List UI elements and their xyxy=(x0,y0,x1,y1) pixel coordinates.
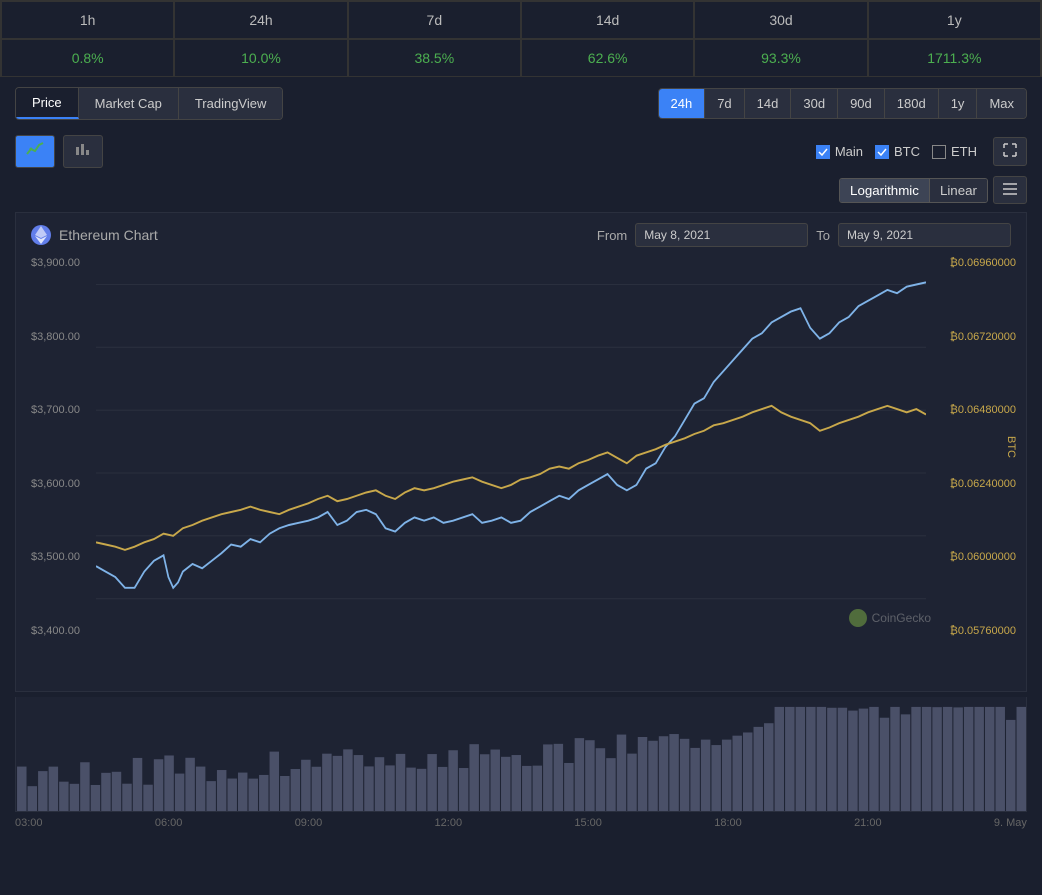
legend-main[interactable]: Main xyxy=(816,144,863,159)
coingecko-logo xyxy=(849,609,867,627)
time-tab-group: 24h 7d 14d 30d 90d 180d 1y Max xyxy=(658,88,1028,119)
stat-header-1h: 1h xyxy=(1,1,174,39)
x-label-0300: 03:00 xyxy=(15,817,43,829)
tab-trading-view[interactable]: TradingView xyxy=(179,88,283,119)
time-btn-max[interactable]: Max xyxy=(977,89,1026,118)
controls-row: Price Market Cap TradingView 24h 7d 14d … xyxy=(0,77,1042,130)
menu-icon xyxy=(1003,183,1017,195)
chart-title-text: Ethereum Chart xyxy=(59,227,158,243)
y-label-3800: $3,800.00 xyxy=(31,331,101,343)
chart-svg-wrapper xyxy=(96,252,926,642)
time-btn-24h[interactable]: 24h xyxy=(659,89,706,118)
scale-logarithmic-button[interactable]: Logarithmic xyxy=(840,179,930,202)
coingecko-watermark: CoinGecko xyxy=(849,609,931,627)
stat-header-24h: 24h xyxy=(174,1,347,39)
legend-eth[interactable]: ETH xyxy=(932,144,977,159)
checkmark-icon xyxy=(877,148,887,156)
y-label-3900: $3,900.00 xyxy=(31,257,101,269)
y-axis-right: ₿0.06960000 ₿0.06720000 ₿0.06480000 ₿0.0… xyxy=(926,252,1016,642)
fullscreen-button[interactable] xyxy=(993,137,1027,166)
y-axis-left: $3,900.00 $3,800.00 $3,700.00 $3,600.00 … xyxy=(31,252,101,642)
btc-label-high: ₿0.06960000 xyxy=(926,257,1016,269)
chart-with-axes: $3,900.00 $3,800.00 $3,700.00 $3,600.00 … xyxy=(16,252,1026,642)
stat-header-1y: 1y xyxy=(868,1,1041,39)
from-label: From xyxy=(597,228,627,243)
ethereum-logo xyxy=(35,226,47,244)
y-label-3500: $3,500.00 xyxy=(31,551,101,563)
eth-icon xyxy=(31,225,51,245)
scale-row: Logarithmic Linear xyxy=(0,173,1042,207)
chart-controls: Main BTC ETH xyxy=(0,130,1042,173)
line-chart-icon xyxy=(26,141,44,157)
from-date-input[interactable] xyxy=(635,223,808,247)
stat-value-14d: 62.6% xyxy=(521,39,694,77)
to-date-input[interactable] xyxy=(838,223,1011,247)
bar-chart-button[interactable] xyxy=(63,135,103,168)
legend-main-label: Main xyxy=(835,144,863,159)
stat-header-30d: 30d xyxy=(694,1,867,39)
volume-chart-svg xyxy=(16,697,1026,811)
time-btn-1y[interactable]: 1y xyxy=(939,89,978,118)
volume-bars-group xyxy=(17,707,1026,811)
main-tab-group: Price Market Cap TradingView xyxy=(15,87,283,120)
volume-area xyxy=(15,697,1027,812)
stat-value-7d: 38.5% xyxy=(348,39,521,77)
x-axis-labels: 03:00 06:00 09:00 12:00 15:00 18:00 21:0… xyxy=(0,812,1042,834)
btc-label-3: ₿0.06480000 xyxy=(926,404,1016,416)
y-label-3700: $3,700.00 xyxy=(31,404,101,416)
stat-header-7d: 7d xyxy=(348,1,521,39)
scale-toggle-group: Logarithmic Linear xyxy=(839,178,988,203)
time-btn-180d[interactable]: 180d xyxy=(885,89,939,118)
legend-btc-label: BTC xyxy=(894,144,920,159)
tab-market-cap[interactable]: Market Cap xyxy=(79,88,179,119)
chart-area: Ethereum Chart From To $3,900.00 $3,800.… xyxy=(15,212,1027,692)
checkbox-btc[interactable] xyxy=(875,145,889,159)
stat-value-24h: 10.0% xyxy=(174,39,347,77)
x-label-0600: 06:00 xyxy=(155,817,183,829)
btc-axis-label: BTC xyxy=(1005,436,1017,458)
btc-label-4: ₿0.06240000 xyxy=(926,478,1016,490)
x-label-1500: 15:00 xyxy=(574,817,602,829)
stat-value-1h: 0.8% xyxy=(1,39,174,77)
time-btn-7d[interactable]: 7d xyxy=(705,89,744,118)
checkbox-eth[interactable] xyxy=(932,145,946,159)
scale-linear-button[interactable]: Linear xyxy=(930,179,987,202)
chart-header: Ethereum Chart From To xyxy=(16,213,1026,252)
tab-price[interactable]: Price xyxy=(16,88,79,119)
stats-table: 1h 24h 7d 14d 30d 1y 0.8% 10.0% 38.5% 62… xyxy=(0,0,1042,77)
to-label: To xyxy=(816,228,830,243)
stat-header-14d: 14d xyxy=(521,1,694,39)
y-label-3600: $3,600.00 xyxy=(31,478,101,490)
time-btn-14d[interactable]: 14d xyxy=(745,89,792,118)
legend-eth-label: ETH xyxy=(951,144,977,159)
checkbox-main[interactable] xyxy=(816,145,830,159)
time-btn-30d[interactable]: 30d xyxy=(791,89,838,118)
btc-label-5: ₿0.06000000 xyxy=(926,551,1016,563)
stat-value-1y: 1711.3% xyxy=(868,39,1041,77)
x-label-2100: 21:00 xyxy=(854,817,882,829)
x-label-1800: 18:00 xyxy=(714,817,742,829)
y-label-3400: $3,400.00 xyxy=(31,625,101,637)
x-label-1200: 12:00 xyxy=(435,817,463,829)
checkmark-icon xyxy=(818,148,828,156)
btc-label-low: ₿0.05760000 xyxy=(926,625,1016,637)
menu-button[interactable] xyxy=(993,176,1027,204)
chart-title: Ethereum Chart xyxy=(31,225,158,245)
legend-group: Main BTC ETH xyxy=(816,144,977,159)
btc-label-2: ₿0.06720000 xyxy=(926,331,1016,343)
date-range: From To xyxy=(597,223,1011,247)
legend-btc[interactable]: BTC xyxy=(875,144,920,159)
price-chart-svg xyxy=(96,252,926,642)
bar-chart-icon xyxy=(74,141,92,157)
x-label-0900: 09:00 xyxy=(295,817,323,829)
stat-value-30d: 93.3% xyxy=(694,39,867,77)
coingecko-text: CoinGecko xyxy=(872,611,931,625)
line-chart-button[interactable] xyxy=(15,135,55,168)
x-label-may9: 9. May xyxy=(994,817,1027,829)
time-btn-90d[interactable]: 90d xyxy=(838,89,885,118)
fullscreen-icon xyxy=(1003,143,1017,157)
